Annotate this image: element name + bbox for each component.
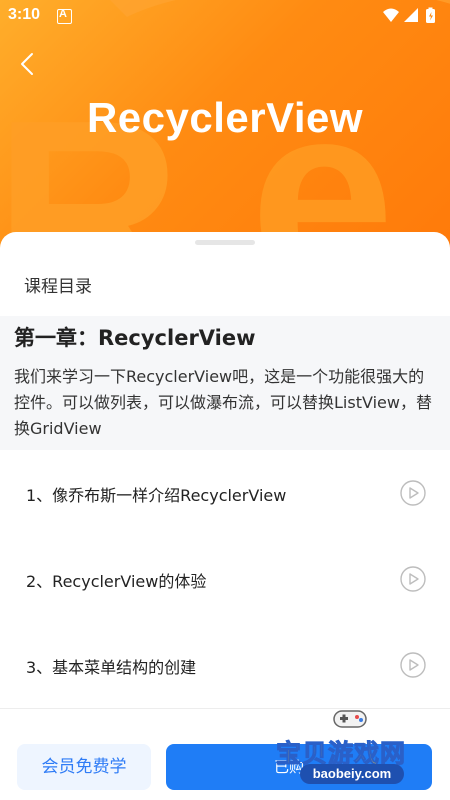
lesson-label: 3、基本菜单结构的创建 [26, 658, 197, 677]
back-arrow-icon[interactable] [16, 50, 40, 78]
catalog-title: 课程目录 [24, 277, 92, 297]
play-icon[interactable] [400, 480, 426, 506]
system-status-icons [383, 7, 435, 23]
course-banner: R e RecyclerView 3:10 [0, 0, 450, 260]
chapter-header: 第一章：RecyclerView 我们来学习一下RecyclerView吧，这是… [0, 316, 450, 450]
notification-a-icon [57, 8, 72, 24]
lesson-label: 2、RecyclerView的体验 [26, 572, 207, 591]
wifi-icon [383, 8, 399, 22]
site-watermark: 宝贝游戏网 baobeiy.com [270, 700, 448, 800]
banner-title: RecyclerView [86, 94, 364, 141]
lesson-item[interactable]: 2、RecyclerView的体验 [0, 536, 450, 623]
sheet-drag-handle[interactable] [195, 240, 255, 245]
play-icon[interactable] [400, 566, 426, 592]
chapter-description: 我们来学习一下RecyclerView吧，这是一个功能很强大的控件。可以做列表，… [14, 367, 432, 438]
status-time: 3:10 [8, 6, 41, 23]
lesson-label: 1、像乔布斯一样介绍RecyclerView [26, 486, 287, 505]
lesson-item[interactable]: 3、基本菜单结构的创建 [0, 622, 450, 709]
watermark-url: baobeiy.com [300, 764, 404, 784]
play-icon[interactable] [400, 652, 426, 678]
lesson-item[interactable]: 1、像乔布斯一样介绍RecyclerView [0, 450, 450, 537]
gamepad-icon [333, 710, 367, 728]
status-bar: 3:10 [0, 0, 450, 32]
member-free-button[interactable]: 会员免费学 [17, 744, 151, 790]
signal-icon [404, 8, 418, 22]
battery-icon [426, 7, 435, 23]
chapter-title: 第一章：RecyclerView [14, 326, 256, 350]
